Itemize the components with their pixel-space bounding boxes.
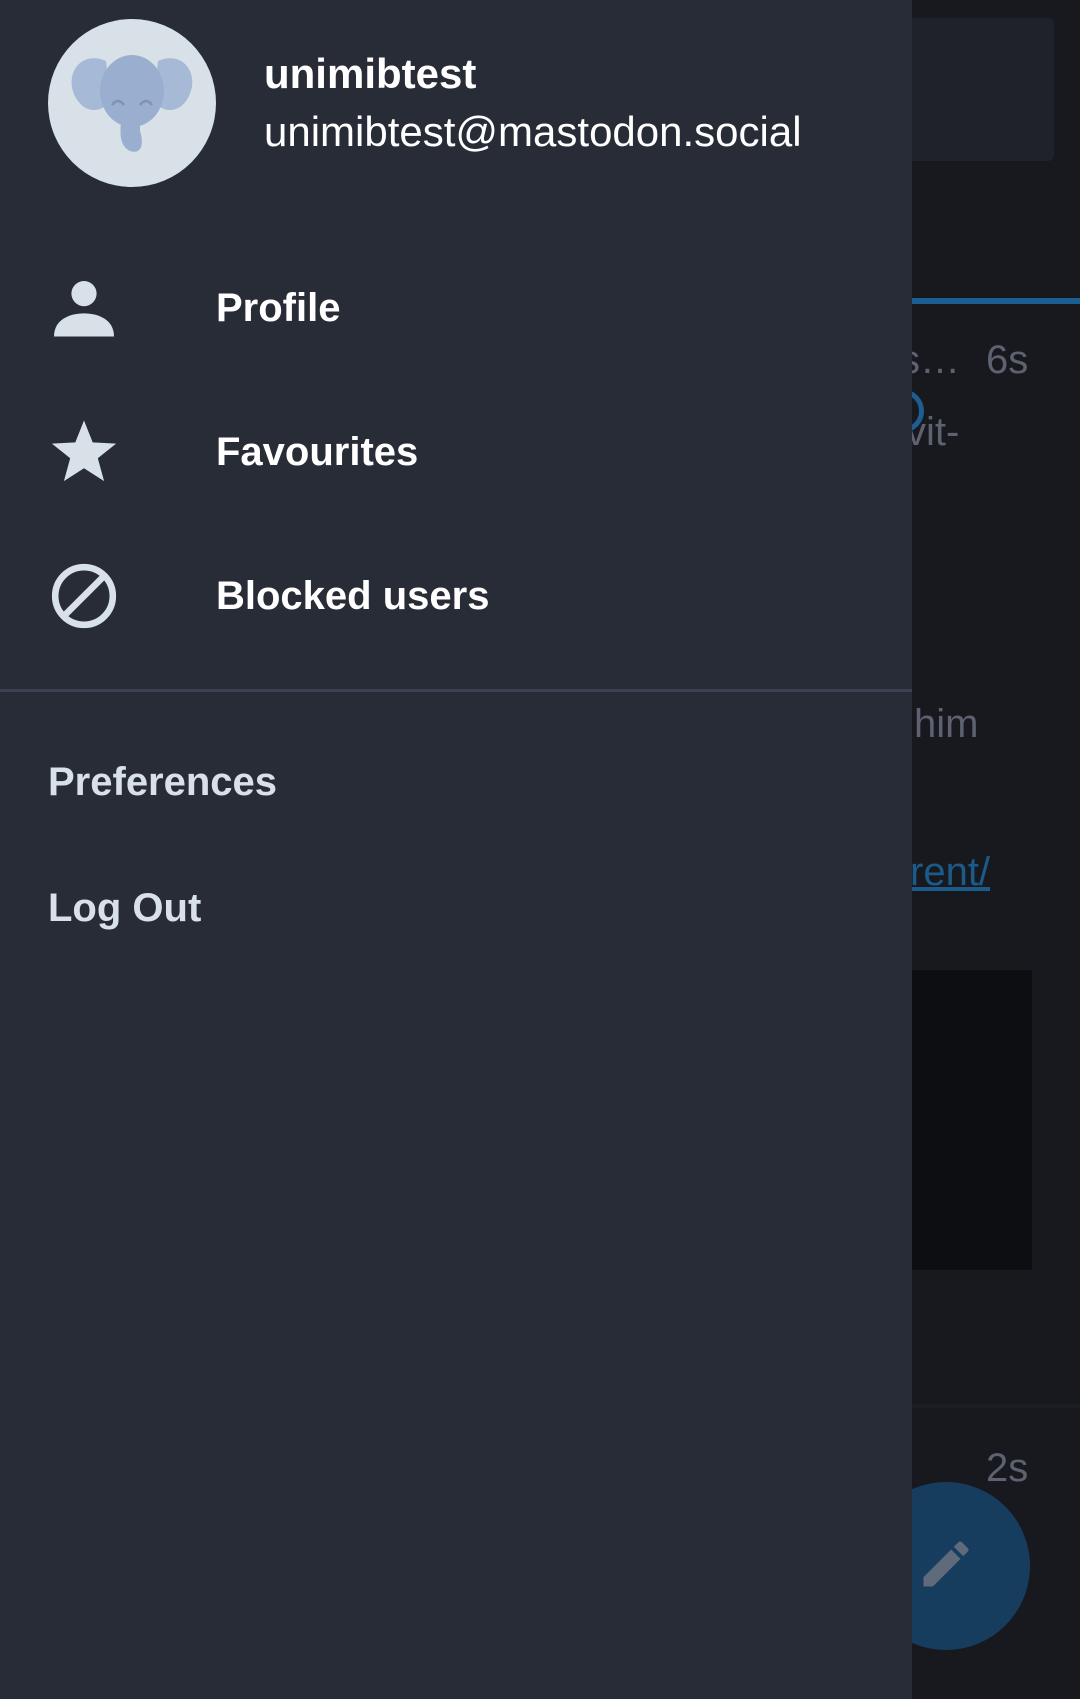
- menu-item-log-out[interactable]: Log Out: [0, 854, 912, 964]
- menu-item-profile[interactable]: Profile: [0, 238, 912, 378]
- menu-item-label: Preferences: [48, 760, 278, 804]
- status-link[interactable]: rent/: [910, 850, 990, 895]
- pencil-icon: [916, 1534, 976, 1599]
- navigation-drawer: unimibtest unimibtest@mastodon.social Pr…: [0, 0, 912, 1699]
- menu-item-preferences[interactable]: Preferences: [0, 728, 912, 838]
- status-text-fragment: vit-: [906, 410, 960, 454]
- menu-item-favourites[interactable]: Favourites: [0, 382, 912, 522]
- menu-item-label: Favourites: [216, 429, 419, 474]
- menu-item-blocked-users[interactable]: Blocked users: [0, 526, 912, 666]
- block-icon: [48, 560, 120, 632]
- status-timestamp: 2s: [986, 1446, 1029, 1490]
- status-text-fragment: him: [914, 702, 979, 746]
- star-icon: [48, 416, 120, 488]
- elephant-icon: [48, 55, 216, 187]
- account-display-name: unimibtest: [264, 50, 477, 97]
- status-timestamp: 6s: [986, 338, 1029, 382]
- menu-item-label: Blocked users: [216, 573, 490, 618]
- search-bar[interactable]: [900, 18, 1054, 161]
- status-media[interactable]: [900, 970, 1032, 1270]
- person-icon: [48, 272, 120, 344]
- account-handle: unimibtest@mastodon.social: [264, 108, 802, 155]
- menu-item-label: Log Out: [48, 886, 202, 930]
- drawer-divider: [0, 689, 912, 692]
- account-avatar[interactable]: [48, 19, 216, 187]
- menu-item-label: Profile: [216, 285, 341, 330]
